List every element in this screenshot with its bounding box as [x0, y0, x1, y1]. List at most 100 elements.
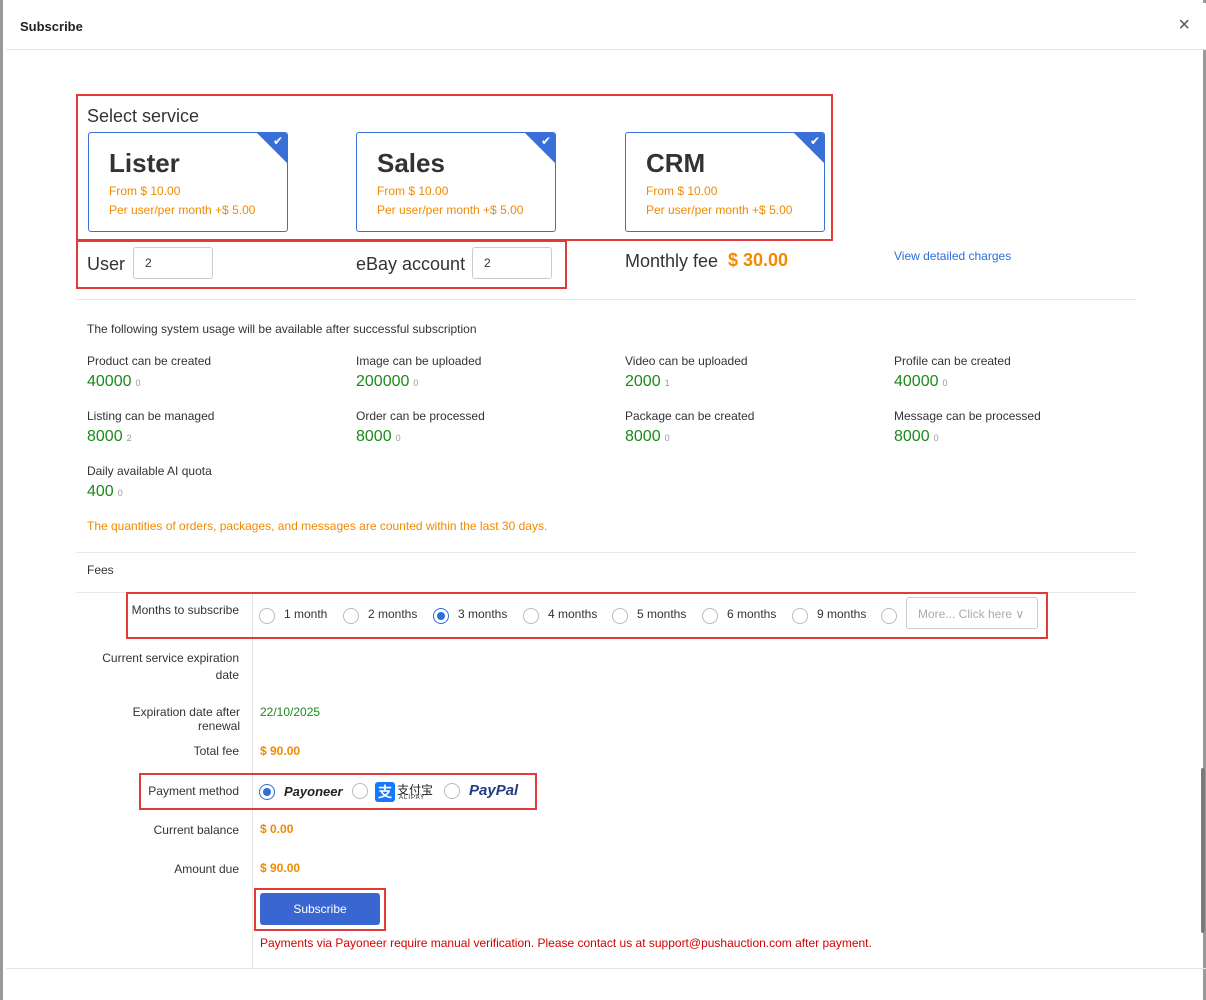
month-option-label: 6 months [727, 607, 777, 621]
usage-used: 0 [413, 378, 419, 388]
more-months-select[interactable]: More... Click here ∨ [906, 597, 1038, 629]
usage-note: The quantities of orders, packages, and … [87, 519, 548, 533]
service-price-per-user: Per user/per month +$ 5.00 [377, 203, 524, 217]
close-icon[interactable]: × [1178, 15, 1190, 35]
alipay-logo-subtext: ALIPAY [399, 795, 426, 801]
usage-limit: 8000 [894, 428, 930, 445]
month-option-label: 4 months [548, 607, 598, 621]
service-card-crm[interactable]: CRM From $ 10.00 Per user/per month +$ 5… [625, 132, 825, 232]
service-name: CRM [646, 148, 706, 178]
subscribe-dialog: Subscribe × Select service Lister From $… [0, 0, 1206, 1000]
usage-value: 400 0 [87, 483, 123, 501]
payment-method-label: Payment method [148, 784, 239, 798]
usage-label: Daily available AI quota [87, 464, 212, 478]
month-option-label: 2 months [368, 607, 418, 621]
paypal-logo-text: PayPal [469, 782, 519, 799]
monthly-fee-label: Monthly fee [625, 251, 719, 271]
current-expiration-label-line1: Current service expiration [102, 651, 239, 665]
divider [76, 552, 1136, 553]
usage-used: 0 [664, 433, 670, 443]
usage-label: Order can be processed [356, 409, 485, 423]
fees-title: Fees [87, 563, 114, 577]
usage-label: Product can be created [87, 354, 212, 368]
usage-value: 8000 0 [356, 428, 401, 446]
service-card-sales[interactable]: Sales From $ 10.00 Per user/per month +$… [356, 132, 556, 232]
payment-radio-paypal[interactable] [444, 783, 460, 799]
current-balance-value: $ 0.00 [260, 822, 294, 836]
check-icon: ✔ [809, 134, 820, 148]
total-fee-label: Total fee [193, 744, 239, 758]
select-service-title: Select service [87, 106, 200, 126]
usage-value: 40000 0 [87, 373, 141, 391]
payment-radio-alipay[interactable] [352, 783, 368, 799]
service-name: Lister [109, 148, 180, 178]
usage-limit: 2000 [625, 373, 661, 390]
check-icon: ✔ [272, 134, 283, 148]
usage-label: Image can be uploaded [356, 354, 482, 368]
service-price-from: From $ 10.00 [109, 184, 181, 198]
view-detailed-charges-link[interactable]: View detailed charges [894, 249, 1011, 263]
user-label: User [87, 254, 126, 274]
service-name: Sales [377, 148, 445, 178]
scrollbar-thumb[interactable] [1201, 768, 1205, 933]
service-price-per-user: Per user/per month +$ 5.00 [109, 203, 256, 217]
month-radio-6[interactable] [702, 608, 718, 624]
usage-label: Message can be processed [894, 409, 1041, 423]
payoneer-logo-text: Payoneer [284, 784, 343, 799]
alipay-logo[interactable]: 支 支付宝 ALIPAY [375, 781, 433, 803]
month-radio-more[interactable] [881, 608, 897, 624]
service-price-per-user: Per user/per month +$ 5.00 [646, 203, 793, 217]
user-count-input[interactable] [133, 247, 213, 279]
usage-value: 8000 0 [625, 428, 670, 446]
monthly-fee-amount: $ 30.00 [728, 250, 789, 270]
usage-value: 40000 0 [894, 373, 948, 391]
amount-due-value: $ 90.00 [260, 861, 301, 875]
paypal-logo[interactable]: PayPal [469, 782, 518, 799]
payment-radio-payoneer[interactable] [259, 784, 275, 800]
ebay-account-label: eBay account [356, 254, 466, 274]
usage-value: 200000 0 [356, 373, 418, 391]
usage-label: Video can be uploaded [625, 354, 748, 368]
dialog-header: Subscribe × [6, 3, 1206, 50]
usage-used: 0 [942, 378, 948, 388]
usage-value: 2000 1 [625, 373, 670, 391]
usage-limit: 40000 [894, 373, 939, 390]
months-label: Months to subscribe [131, 603, 239, 617]
subscribe-button[interactable]: Subscribe [260, 893, 380, 925]
usage-used: 0 [933, 433, 939, 443]
usage-value: 8000 0 [894, 428, 939, 446]
usage-used: 1 [664, 378, 670, 388]
amount-due-label: Amount due [174, 862, 239, 876]
more-months-placeholder: More... Click here [918, 607, 1013, 621]
month-radio-5[interactable] [612, 608, 628, 624]
expiration-after-renewal-label: Expiration date after renewal [132, 705, 240, 733]
month-radio-1[interactable] [259, 608, 275, 624]
usage-used: 0 [395, 433, 401, 443]
usage-used: 0 [117, 488, 123, 498]
payoneer-logo[interactable]: Payoneer [284, 784, 343, 799]
usage-limit: 8000 [87, 428, 123, 445]
usage-limit: 8000 [625, 428, 661, 445]
dialog-title: Subscribe [20, 19, 83, 34]
service-price-from: From $ 10.00 [377, 184, 449, 198]
usage-used: 2 [126, 433, 132, 443]
month-option-label: 1 month [284, 607, 328, 621]
usage-limit: 200000 [356, 373, 410, 390]
ebay-account-count-input[interactable] [472, 247, 552, 279]
alipay-icon: 支 [375, 782, 395, 802]
current-expiration-label-line2: date [215, 668, 239, 682]
usage-limit: 40000 [87, 373, 132, 390]
current-balance-label: Current balance [153, 823, 239, 837]
current-expiration-label: Current service expiration date [89, 650, 239, 684]
usage-value: 8000 2 [87, 428, 132, 446]
usage-used: 0 [135, 378, 141, 388]
service-card-lister[interactable]: Lister From $ 10.00 Per user/per month +… [88, 132, 288, 232]
usage-label: Package can be created [625, 409, 755, 423]
month-radio-2[interactable] [343, 608, 359, 624]
month-option-label: 9 months [817, 607, 867, 621]
month-radio-4[interactable] [523, 608, 539, 624]
month-radio-9[interactable] [792, 608, 808, 624]
check-icon: ✔ [540, 134, 551, 148]
month-radio-3[interactable] [433, 608, 449, 624]
usage-intro: The following system usage will be avail… [87, 322, 477, 336]
